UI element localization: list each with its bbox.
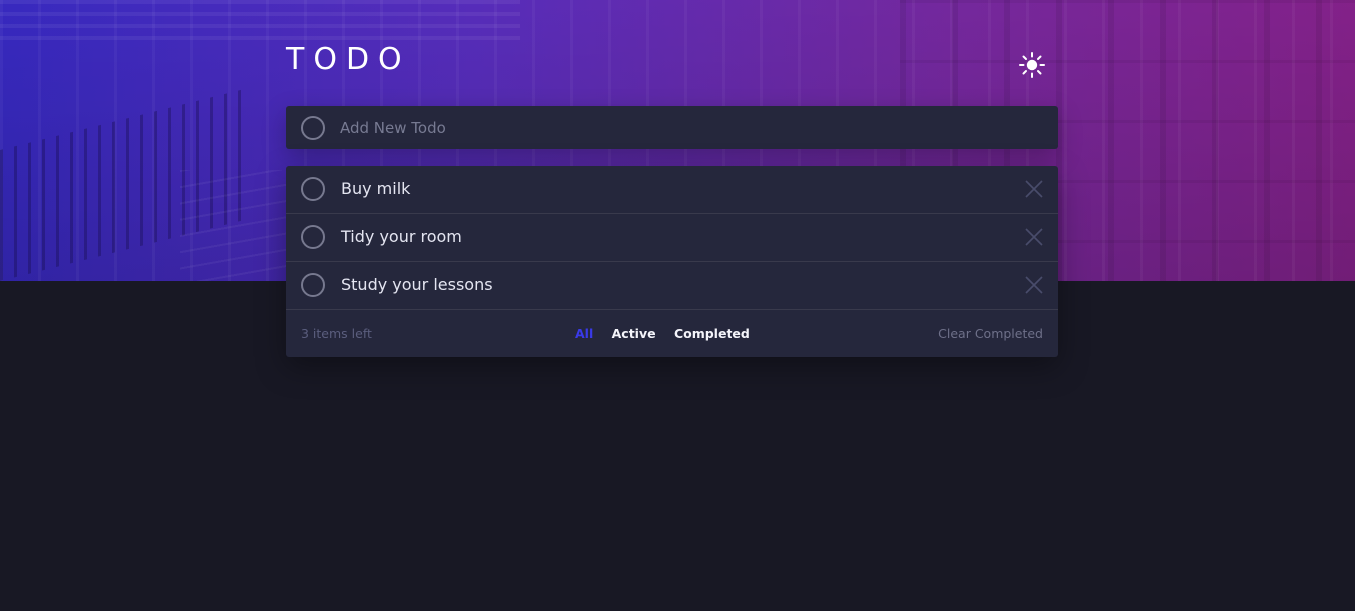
new-todo-check-circle[interactable] <box>301 116 325 140</box>
todo-text: Tidy your room <box>341 227 462 246</box>
close-icon <box>1025 180 1043 198</box>
sun-icon <box>1019 52 1045 78</box>
new-todo-input[interactable] <box>338 114 1042 142</box>
theme-toggle-button[interactable] <box>1017 50 1047 80</box>
close-icon <box>1025 228 1043 246</box>
items-left-count: 3 items left <box>301 326 372 341</box>
new-todo-bar <box>286 106 1058 149</box>
delete-todo-button[interactable] <box>1024 275 1044 295</box>
todo-check-circle[interactable] <box>301 177 325 201</box>
hero-ceiling-beams <box>0 0 520 48</box>
list-footer: 3 items left All Active Completed Clear … <box>286 310 1058 357</box>
delete-todo-button[interactable] <box>1024 227 1044 247</box>
filter-active-button[interactable]: Active <box>612 326 656 341</box>
todo-text: Study your lessons <box>341 275 493 294</box>
clear-completed-button[interactable]: Clear Completed <box>938 326 1043 341</box>
todo-list: Buy milk Tidy your room Study your lesso… <box>286 166 1058 357</box>
filter-group: All Active Completed <box>575 326 764 341</box>
delete-todo-button[interactable] <box>1024 179 1044 199</box>
close-icon <box>1025 276 1043 294</box>
todo-text: Buy milk <box>341 179 411 198</box>
todo-item[interactable]: Buy milk <box>286 166 1058 214</box>
todo-item[interactable]: Study your lessons <box>286 262 1058 310</box>
filter-completed-button[interactable]: Completed <box>674 326 750 341</box>
todo-check-circle[interactable] <box>301 273 325 297</box>
todo-item[interactable]: Tidy your room <box>286 214 1058 262</box>
app-title: TODO <box>286 42 411 77</box>
todo-check-circle[interactable] <box>301 225 325 249</box>
filter-all-button[interactable]: All <box>575 326 593 341</box>
